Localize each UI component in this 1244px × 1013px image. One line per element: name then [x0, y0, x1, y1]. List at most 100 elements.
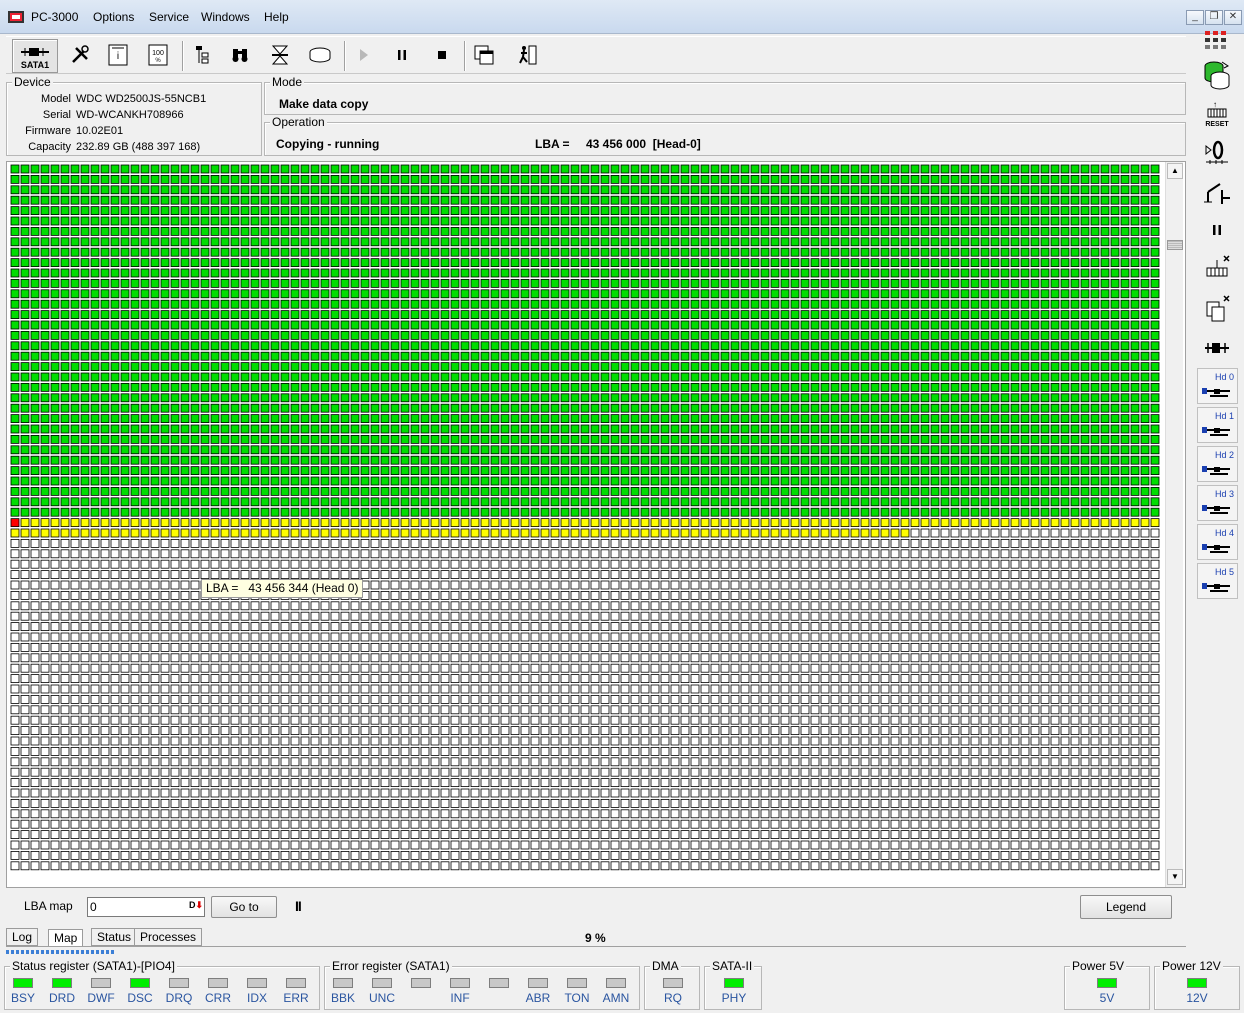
map-cell: [170, 227, 180, 236]
map-cell: [1130, 590, 1140, 600]
map-cell: [760, 195, 770, 205]
map-cell: [460, 580, 470, 590]
map-cell: [570, 393, 580, 403]
map-cell: [400, 382, 410, 392]
search-button[interactable]: [224, 39, 256, 71]
map-cell: [400, 476, 410, 486]
map-cell: [300, 486, 310, 496]
drive-id-button[interactable]: i: [102, 39, 134, 71]
interface-button[interactable]: SATA1: [12, 39, 58, 73]
map-cell: [260, 507, 270, 517]
map-cell: [870, 247, 880, 257]
map-cell: [760, 507, 770, 517]
map-cell: [420, 195, 430, 205]
map-cell: [520, 247, 530, 257]
map-cell: [960, 320, 970, 330]
map-cell: [220, 382, 230, 392]
map-cell: [1130, 424, 1140, 434]
map-cell: [980, 455, 990, 465]
restore-button[interactable]: ❐: [1205, 10, 1223, 25]
close-button[interactable]: ✕: [1224, 10, 1242, 25]
map-cell: [10, 414, 20, 424]
map-cell: [50, 476, 60, 486]
exit-button[interactable]: [512, 39, 544, 71]
map-cell: [260, 455, 270, 465]
map-cell: [690, 580, 700, 590]
disk-button[interactable]: [304, 39, 336, 71]
map-cell: [280, 445, 290, 455]
menu-windows[interactable]: Windows: [201, 10, 250, 24]
map-cell: [830, 445, 840, 455]
map-cell: [670, 424, 680, 434]
minimize-button[interactable]: _: [1186, 10, 1204, 25]
play-button[interactable]: [348, 39, 380, 71]
map-cell: [790, 601, 800, 611]
map-cell: [960, 237, 970, 247]
map-cell: [890, 185, 900, 195]
map-cell: [440, 538, 450, 548]
map-cell: [1140, 580, 1150, 590]
map-cell: [130, 559, 140, 569]
map-cell: [770, 601, 780, 611]
map-cell: [1040, 174, 1050, 184]
map-cell: [210, 570, 220, 580]
map-cell: [860, 310, 870, 320]
lba-map-grid[interactable]: [10, 164, 1164, 882]
map-cell: [470, 507, 480, 517]
stop-button[interactable]: [426, 39, 458, 71]
map-cell: [460, 455, 470, 465]
map-cell: [1030, 227, 1040, 236]
map-cell: [230, 195, 240, 205]
map-cell: [270, 424, 280, 434]
map-cell: [620, 549, 630, 559]
map-cell: [10, 330, 20, 340]
map-cell: [390, 268, 400, 278]
map-cell: [840, 174, 850, 184]
map-cell: [470, 393, 480, 403]
map-cell: [240, 299, 250, 309]
menu-options[interactable]: Options: [93, 10, 134, 24]
map-cell: [710, 216, 720, 226]
map-cell: [350, 310, 360, 320]
map-cell: [280, 455, 290, 465]
head-map-button[interactable]: [264, 39, 296, 71]
tree-button[interactable]: [186, 39, 218, 71]
map-cell: [200, 258, 210, 267]
map-cell: [950, 320, 960, 330]
map-cell: [870, 497, 880, 507]
map-cell: [710, 320, 720, 330]
map-cell: [650, 279, 660, 288]
map-cell: [310, 164, 320, 174]
map-cell: [590, 185, 600, 195]
map-cell: [300, 424, 310, 434]
map-cell: [1150, 372, 1160, 382]
map-cell: [10, 424, 20, 434]
map-cell: [230, 185, 240, 195]
map-cell: [970, 528, 980, 538]
map-cell: [980, 341, 990, 351]
pause-button[interactable]: [386, 39, 418, 71]
map-cell: [1140, 466, 1150, 476]
menu-service[interactable]: Service: [149, 10, 189, 24]
map-cell: [710, 580, 720, 590]
map-cell: [750, 351, 760, 361]
map-cell: [30, 330, 40, 340]
map-cell: [890, 310, 900, 320]
map-cell: [410, 206, 420, 215]
map-cell: [530, 174, 540, 184]
map-cell: [150, 382, 160, 392]
map-cell: [290, 237, 300, 247]
map-cell: [990, 268, 1000, 278]
tools-button[interactable]: [64, 39, 96, 71]
map-cell: [720, 507, 730, 517]
map-cell: [570, 497, 580, 507]
copy-window-button[interactable]: [468, 39, 500, 71]
map-cell: [550, 289, 560, 299]
map-cell: [1010, 455, 1020, 465]
map-cell: [320, 486, 330, 496]
map-cell: [510, 320, 520, 330]
map-cell: [650, 320, 660, 330]
menu-help[interactable]: Help: [264, 10, 289, 24]
smart-button[interactable]: 100%: [142, 39, 174, 71]
map-cell: [790, 237, 800, 247]
